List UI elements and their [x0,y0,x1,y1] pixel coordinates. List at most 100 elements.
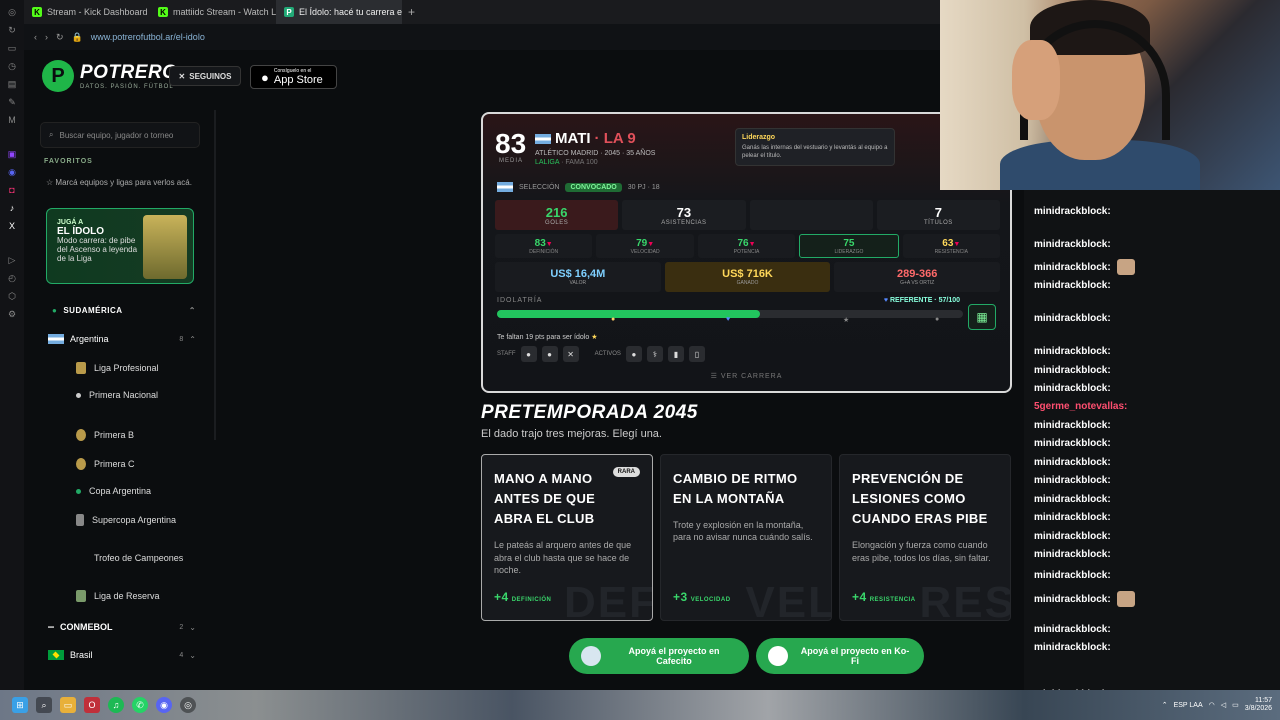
forward-icon[interactable]: › [45,32,48,42]
bag-icon[interactable]: ▤ [6,78,18,90]
chat-username[interactable]: minidrackblock: [1034,206,1111,217]
choice-card-velocidad[interactable]: CAMBIO DE RITMO EN LA MONTAÑA Trote y ex… [660,454,832,621]
messenger-icon[interactable]: ▭ [6,42,18,54]
reload-sidebar-icon[interactable]: ↻ [6,24,18,36]
chat-username[interactable]: minidrackblock: [1034,383,1111,394]
chat-username[interactable]: minidrackblock: [1034,239,1111,250]
agent-icon[interactable]: ● [541,346,558,362]
chat-username[interactable]: minidrackblock: [1034,570,1111,581]
chat-username[interactable]: minidrackblock: [1034,594,1111,605]
pretemporada-title: PRETEMPORADA 2045 [481,402,698,423]
spotify-icon[interactable]: ♫ [108,697,124,713]
active-item-icon[interactable]: ● [625,346,642,362]
discord-icon[interactable]: ◉ [6,166,18,178]
coach-icon[interactable]: ● [520,346,537,362]
chat-username[interactable]: minidrackblock: [1034,280,1111,291]
opera-icon[interactable]: ◎ [6,6,18,18]
attr-liderazgo[interactable]: 75 LIDERAZGO [799,234,899,258]
attr-potencia[interactable]: 76▼ POTENCIA [697,234,796,258]
trainer-icon[interactable]: ✕ [562,346,579,362]
tab-mattiidc-stream[interactable]: Kmattiidc Stream - Watch L [150,0,276,24]
twitch-icon[interactable]: ▣ [6,148,18,160]
country-argentina[interactable]: Argentina 8 ⌃ [48,334,196,344]
league-item[interactable]: Primera C [76,458,196,470]
search-input[interactable]: ⌕ Buscar equipo, jugador o torneo [40,122,200,148]
cube-icon[interactable]: ⬡ [6,290,18,302]
chat-username[interactable]: minidrackblock: [1034,642,1111,653]
tab-el-idolo[interactable]: P El Ídolo: hacé tu carrera en [276,0,402,24]
choice-card-definicion[interactable]: RARA MANO A MANO ANTES DE QUE ABRA EL CL… [481,454,653,621]
attr-definicion[interactable]: 83▼ DEFINICIÓN [495,234,593,258]
choice-card-resistencia[interactable]: PREVENCIÓN DE LESIONES COMO CUANDO ERAS … [839,454,1011,621]
history-icon[interactable]: ◷ [6,60,18,72]
play-icon[interactable]: ▷ [6,254,18,266]
new-tab-button[interactable]: + [408,5,415,19]
chat-username[interactable]: minidrackblock: [1034,624,1111,635]
x-icon[interactable]: X [6,220,18,232]
chat-username[interactable]: minidrackblock: [1034,494,1111,505]
attr-resistencia[interactable]: 63▼ RESISTENCIA [902,234,1001,258]
league-item[interactable]: Trofeo de Campeones [76,552,196,564]
tab-kick-dashboard[interactable]: K Stream - Kick Dashboard [24,0,150,24]
obs-icon[interactable]: ◎ [180,697,196,713]
ver-carrera-link[interactable]: ☰ VER CARRERA [483,372,1010,380]
settings-icon[interactable]: ⚙ [6,308,18,320]
chat-username[interactable]: 5germe_notevallas: [1034,401,1127,412]
back-icon[interactable]: ‹ [34,32,37,42]
conmebol-item[interactable]: ▬ CONMEBOL 2 ⌄ [48,622,196,632]
attr-velocidad[interactable]: 79▼ VELOCIDAD [596,234,694,258]
search-icon[interactable]: ⌕ [36,697,52,713]
clock-icon[interactable]: ◴ [6,272,18,284]
chat-username[interactable]: minidrackblock: [1034,438,1111,449]
region-sudamerica[interactable]: ● SUDAMÉRICA ⌃ [52,306,196,315]
file-explorer-icon[interactable]: ▭ [60,697,76,713]
el-idolo-promo[interactable]: JUGÁ A EL ÍDOLO Modo carrera: de pibe de… [46,208,194,284]
instagram-icon[interactable]: ◘ [6,184,18,196]
chat-username[interactable]: minidrackblock: [1034,549,1111,560]
reload-icon[interactable]: ↻ [56,32,64,43]
chat-username[interactable]: minidrackblock: [1034,457,1111,468]
windows-start-icon[interactable]: ⊞ [12,697,28,713]
league-item[interactable]: Liga Profesional [76,362,196,374]
active-item-icon[interactable]: ⚕ [646,346,663,362]
chat-username[interactable]: minidrackblock: [1034,420,1111,431]
sidebar-scrollbar[interactable] [214,110,216,440]
chat-username[interactable]: minidrackblock: [1034,512,1111,523]
opera-icon[interactable]: O [84,697,100,713]
chat-username[interactable]: minidrackblock: [1034,365,1111,376]
league-item[interactable]: Primera Nacional [76,390,196,401]
follow-button[interactable]: ✕ SEGUINOS [169,66,241,86]
league-label: Supercopa Argentina [92,514,177,525]
language-indicator[interactable]: ESP LAA [1174,702,1203,709]
country-brasil[interactable]: Brasil 4 ⌄ [48,650,196,660]
league-item[interactable]: Primera B [76,429,196,441]
cafecito-button[interactable]: Apoyá el proyecto en Cafecito [569,638,749,674]
chat-username[interactable]: minidrackblock: [1034,313,1111,324]
chat-username[interactable]: minidrackblock: [1034,475,1111,486]
league-item[interactable]: Liga de Reserva [76,590,196,602]
apple-icon: ● [261,69,269,85]
battery-icon[interactable]: ▭ [1232,701,1239,709]
kofi-button[interactable]: Apoyá el proyecto en Ko-Fi [756,638,924,674]
wifi-icon[interactable]: ◠ [1209,701,1215,709]
chevron-up-icon[interactable]: ⌃ [1162,701,1168,709]
active-item-icon[interactable]: ▯ [688,346,705,362]
tiktok-icon[interactable]: ♪ [6,202,18,214]
active-item-icon[interactable]: ▮ [667,346,684,362]
clock[interactable]: 11:57 3/8/2026 [1245,697,1272,714]
league-item[interactable]: Supercopa Argentina [76,514,196,526]
chat-username[interactable]: minidrackblock: [1034,531,1111,542]
league-item[interactable]: Copa Argentina [76,486,196,497]
chat-username[interactable]: minidrackblock: [1034,346,1111,357]
m-icon[interactable]: M [6,114,18,126]
volume-icon[interactable]: ◁ [1221,701,1226,709]
edit-icon[interactable]: ✎ [6,96,18,108]
main-stats: 216 GOLES 73 ASISTENCIAS 7 TÍTULOS [495,200,1000,230]
site-logo[interactable]: P POTRERO DATOS. PASIÓN. FÚTBOL [42,60,177,92]
chat-username[interactable]: minidrackblock: [1034,262,1111,273]
discord-icon[interactable]: ◉ [156,697,172,713]
stadium-icon[interactable]: ▦ [968,304,996,330]
whatsapp-icon[interactable]: ✆ [132,697,148,713]
appstore-button[interactable]: ● Consíguelo en el App Store [250,65,337,89]
url-field[interactable]: www.potrerofutbol.ar/el-idolo [91,32,205,42]
